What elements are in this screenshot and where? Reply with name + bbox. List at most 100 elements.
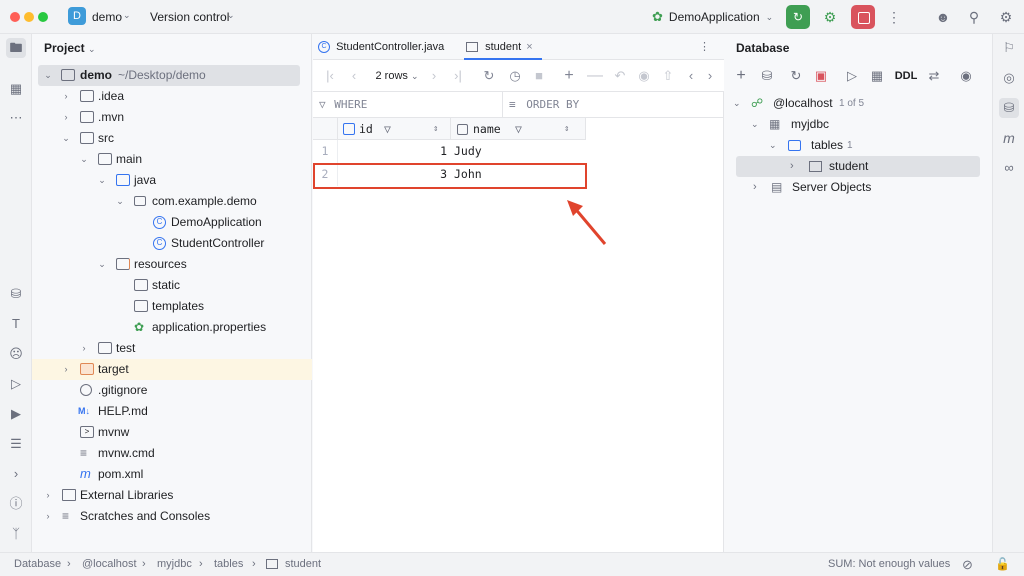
- tree-item[interactable]: ⌄ main: [32, 149, 312, 170]
- jump-to-icon[interactable]: ⇄: [925, 67, 943, 85]
- next-page-icon[interactable]: ›: [427, 67, 441, 85]
- table-view-icon[interactable]: ▦: [869, 67, 885, 85]
- ai-assistant-icon[interactable]: ◎: [999, 68, 1019, 88]
- stop-button[interactable]: [851, 5, 875, 29]
- project-panel-title[interactable]: Project ⌄: [44, 41, 96, 55]
- tree-item[interactable]: .gitignore: [32, 380, 312, 401]
- chevron-down-icon[interactable]: ⌄: [114, 191, 126, 212]
- tree-item[interactable]: m pom.xml: [32, 464, 312, 485]
- chevron-right-icon[interactable]: ›: [60, 86, 72, 107]
- tree-item[interactable]: ⌄ java: [32, 170, 312, 191]
- add-datasource-icon[interactable]: +: [733, 67, 749, 85]
- structure-icon[interactable]: ▦: [6, 79, 26, 99]
- tree-item[interactable]: C DemoApplication: [32, 212, 312, 233]
- project-folder-icon[interactable]: 🖿: [6, 38, 26, 58]
- sort-toggle-icon[interactable]: ⇕: [433, 118, 438, 140]
- more-vertical-icon[interactable]: ⋮: [885, 8, 903, 26]
- tree-item[interactable]: ⌄ com.example.demo: [32, 191, 312, 212]
- first-page-icon[interactable]: |‹: [323, 67, 337, 85]
- refresh-icon[interactable]: ↻: [479, 67, 499, 85]
- refresh-icon[interactable]: ↻: [787, 67, 805, 85]
- chevron-right-icon[interactable]: ›: [753, 177, 757, 198]
- debug-icon[interactable]: ⚙: [820, 7, 840, 27]
- column-filter-icon[interactable]: ▽: [515, 118, 522, 140]
- search-icon[interactable]: ⚲: [965, 8, 983, 26]
- lock-icon[interactable]: 🔓: [995, 553, 1010, 576]
- tree-item[interactable]: > mvnw: [32, 422, 312, 443]
- chevron-down-icon[interactable]: ⌄: [751, 114, 759, 135]
- chevron-down-icon[interactable]: ⌄: [733, 93, 741, 114]
- chevron-right-icon[interactable]: ›: [42, 485, 54, 506]
- submit-icon[interactable]: ⇧: [660, 67, 676, 85]
- stop-query-icon[interactable]: ■: [531, 67, 547, 85]
- build-hammer-icon[interactable]: T: [6, 314, 26, 334]
- tree-server-objects[interactable]: › ▤ Server Objects: [751, 177, 981, 198]
- python-packages-icon[interactable]: ∞: [999, 158, 1019, 178]
- minimize-window-button[interactable]: [24, 12, 34, 22]
- breadcrumb-item[interactable]: Database: [14, 553, 61, 576]
- maven-icon[interactable]: m: [999, 128, 1019, 148]
- column-header-id[interactable]: id ▽ ⇕: [337, 118, 450, 140]
- aggregate-summary[interactable]: SUM: Not enough values: [828, 553, 950, 576]
- tree-item[interactable]: › ≡ Scratches and Consoles: [32, 506, 312, 527]
- run-icon[interactable]: ▶: [6, 404, 26, 424]
- chevron-right-icon[interactable]: ›: [703, 67, 717, 85]
- tree-schema-myjdbc[interactable]: ⌄ ▦ myjdbc: [751, 114, 981, 135]
- query-console-icon[interactable]: ▷: [844, 67, 860, 85]
- chevron-right-icon[interactable]: ›: [60, 359, 72, 380]
- run-configuration-selector[interactable]: ✿ DemoApplication ⌄: [652, 8, 773, 26]
- tree-item[interactable]: static: [32, 275, 312, 296]
- chevron-down-icon[interactable]: ⌄: [60, 128, 72, 149]
- rows-count-dropdown[interactable]: 2 rows ⌄: [371, 67, 423, 85]
- column-header-name[interactable]: name ▽ ⇕: [450, 118, 586, 140]
- disconnect-icon[interactable]: ▣: [813, 67, 829, 85]
- ddl-button[interactable]: DDL: [893, 67, 919, 85]
- layers-icon[interactable]: ☰: [6, 434, 26, 454]
- cell-id[interactable]: 1: [337, 140, 450, 163]
- more-vertical-icon[interactable]: ⋮: [699, 34, 710, 60]
- breadcrumb-item[interactable]: @localhost: [82, 553, 137, 576]
- tree-item[interactable]: › test: [32, 338, 312, 359]
- problems-icon[interactable]: ⓘ: [6, 494, 26, 514]
- more-horizontal-icon[interactable]: ⋯: [6, 108, 26, 128]
- chevron-down-icon[interactable]: ⌄: [78, 149, 90, 170]
- history-icon[interactable]: ◷: [505, 67, 525, 85]
- services-icon[interactable]: ▷: [6, 374, 26, 394]
- version-control-menu[interactable]: Version control: [150, 10, 229, 24]
- chevron-down-icon[interactable]: ⌄: [42, 65, 54, 86]
- add-row-icon[interactable]: +: [561, 67, 577, 85]
- notifications-bell-icon[interactable]: ⚐: [999, 38, 1019, 58]
- power-save-icon[interactable]: ⊘: [962, 553, 973, 576]
- tree-item[interactable]: › .mvn: [32, 107, 312, 128]
- database-icon[interactable]: ⛁: [999, 98, 1019, 118]
- tree-table-student[interactable]: › student: [736, 156, 980, 177]
- tree-item[interactable]: › .idea: [32, 86, 312, 107]
- tree-item[interactable]: › External Libraries: [32, 485, 312, 506]
- tree-host-localhost[interactable]: ⌄ ☍ @localhost 1 of 5: [733, 93, 983, 114]
- add-user-icon[interactable]: ☻: [934, 8, 952, 26]
- row-number[interactable]: 1: [313, 140, 337, 163]
- breadcrumb-item[interactable]: tables: [214, 553, 243, 576]
- project-badge[interactable]: D: [68, 7, 86, 25]
- revert-icon[interactable]: ↶: [612, 67, 628, 85]
- terminal-icon[interactable]: ›: [6, 464, 26, 484]
- chevron-right-icon[interactable]: ›: [78, 338, 90, 359]
- tree-item[interactable]: C StudentController: [32, 233, 312, 254]
- datasource-properties-icon[interactable]: ⛁: [759, 67, 775, 85]
- sort-toggle-icon[interactable]: ⇕: [564, 118, 569, 140]
- rerun-button[interactable]: ↻: [786, 5, 810, 29]
- settings-gear-icon[interactable]: ⚙: [997, 8, 1015, 26]
- debug-bug-icon[interactable]: ☹: [6, 344, 26, 364]
- git-branch-icon[interactable]: ᛉ: [6, 524, 26, 544]
- tree-item[interactable]: ⌄ resources: [32, 254, 312, 275]
- chevron-right-icon[interactable]: ›: [42, 506, 54, 527]
- order-by-input[interactable]: ≡ ORDER BY: [509, 92, 719, 118]
- previous-page-icon[interactable]: ‹: [347, 67, 361, 85]
- preview-changes-icon[interactable]: ◉: [636, 67, 652, 85]
- tree-tables[interactable]: ⌄ tables 1: [769, 135, 979, 156]
- chevron-down-icon[interactable]: ⌄: [96, 170, 108, 191]
- chevron-right-icon[interactable]: ›: [60, 107, 72, 128]
- breadcrumb-item[interactable]: student: [285, 553, 321, 576]
- database-icon[interactable]: ⛁: [6, 284, 26, 304]
- zoom-window-button[interactable]: [38, 12, 48, 22]
